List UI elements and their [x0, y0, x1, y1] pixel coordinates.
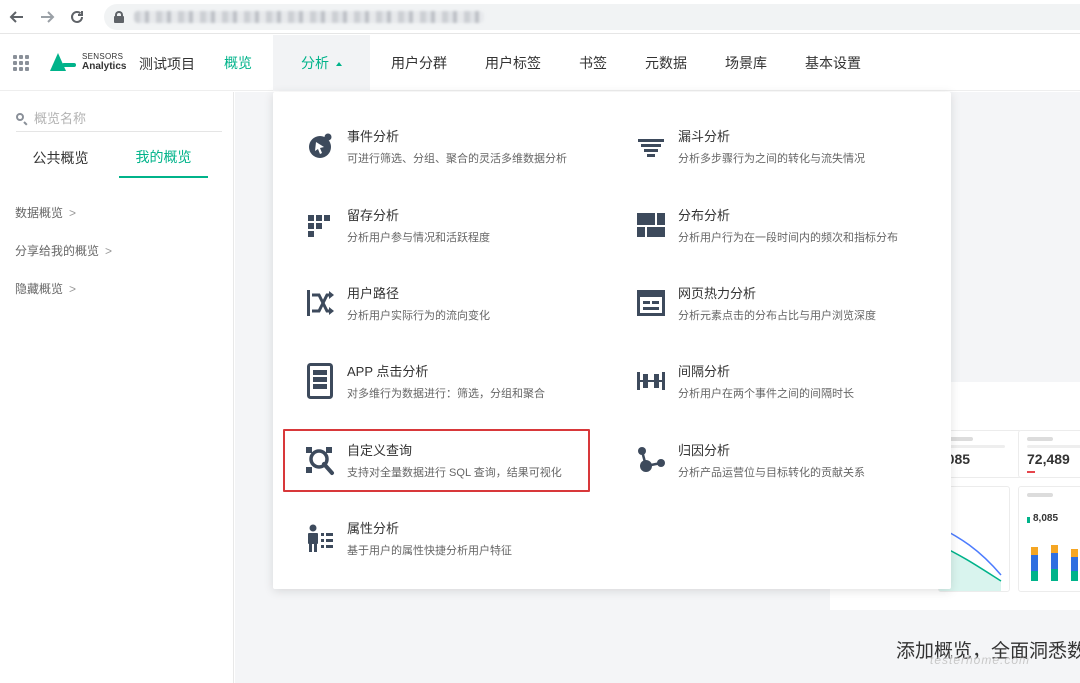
logo-mark-icon: [50, 53, 76, 71]
analysis-dropdown-menu: 事件分析 可进行筛选、分组、聚合的灵活多维数据分析 漏斗分析 分析多步骤行为之间…: [273, 92, 951, 589]
tab-my-overview[interactable]: 我的概览: [119, 138, 208, 178]
menu-item-event-analysis[interactable]: 事件分析 可进行筛选、分组、聚合的灵活多维数据分析: [305, 121, 567, 171]
lock-icon: [114, 11, 124, 23]
bar-chart-card: 8,085: [1018, 486, 1080, 592]
search-icon: [16, 112, 28, 125]
user-path-icon: [305, 285, 335, 321]
caret-up-icon: [336, 61, 342, 66]
menu-item-retention-analysis[interactable]: 留存分析 分析用户参与情况和活跃程度: [305, 200, 490, 250]
menu-item-title: 属性分析: [347, 521, 400, 536]
menu-item-user-path[interactable]: 用户路径 分析用户实际行为的流向变化: [305, 278, 490, 328]
back-arrow-icon[interactable]: [2, 2, 32, 32]
nav-basic-settings[interactable]: 基本设置: [786, 35, 880, 91]
menu-item-distribution-analysis[interactable]: 分布分析 分析用户行为在一段时间内的频次和指标分布: [636, 200, 898, 250]
app-header: SENSORS Analytics 测试项目 概览 分析 用户分群 用户标签 书…: [0, 35, 1080, 91]
menu-item-custom-query[interactable]: 自定义查询 支持对全量数据进行 SQL 查询，结果可视化: [305, 435, 562, 485]
project-selector[interactable]: 测试项目: [139, 54, 195, 74]
nav-scene-library[interactable]: 场景库: [706, 35, 786, 91]
attribution-icon: [636, 442, 666, 478]
menu-item-funnel-analysis[interactable]: 漏斗分析 分析多步骤行为之间的转化与流失情况: [636, 121, 865, 171]
menu-item-title: 留存分析: [347, 208, 400, 223]
menu-item-title: 间隔分析: [678, 364, 731, 379]
menu-item-title: 漏斗分析: [678, 129, 731, 144]
menu-item-title: 归因分析: [678, 443, 731, 458]
overview-search-input[interactable]: [34, 111, 214, 126]
browser-toolbar: [0, 0, 1080, 34]
menu-item-title: 自定义查询: [347, 443, 413, 458]
tab-public-overview[interactable]: 公共概览: [16, 138, 105, 178]
event-analysis-icon: [305, 128, 335, 164]
distribution-icon: [636, 207, 666, 243]
kpi-card: 72,489: [1018, 430, 1080, 478]
menu-item-attribution-analysis[interactable]: 归因分析 分析产品运营位与目标转化的贡献关系: [636, 435, 865, 485]
menu-item-desc: 基于用户的属性快捷分析用户特征: [347, 545, 512, 557]
menu-item-desc: 分析用户实际行为的流向变化: [347, 310, 490, 322]
interval-icon: [636, 363, 666, 399]
overview-sidebar: 公共概览 我的概览 数据概览> 分享给我的概览> 隐藏概览>: [0, 92, 234, 683]
overview-tabs: 公共概览 我的概览: [16, 138, 222, 178]
chevron-right-icon: >: [105, 243, 113, 258]
nav-user-tags[interactable]: 用户标签: [466, 35, 560, 91]
nav-bookmarks[interactable]: 书签: [560, 35, 626, 91]
sidebar-link-shared-overview[interactable]: 分享给我的概览 >: [15, 242, 112, 259]
menu-item-desc: 分析用户在两个事件之间的间隔时长: [678, 388, 854, 400]
menu-item-title: 事件分析: [347, 129, 400, 144]
nav-metadata[interactable]: 元数据: [626, 35, 706, 91]
nav-analysis[interactable]: 分析: [273, 35, 370, 91]
sensors-analytics-logo[interactable]: SENSORS Analytics: [50, 52, 126, 72]
watermark: testerhome.com: [930, 653, 1031, 667]
menu-item-desc: 对多维行为数据进行：筛选，分组和聚合: [347, 388, 545, 400]
reload-icon[interactable]: [62, 2, 92, 32]
menu-item-desc: 分析产品运营位与目标转化的贡献关系: [678, 467, 865, 479]
menu-item-interval-analysis[interactable]: 间隔分析 分析用户在两个事件之间的间隔时长: [636, 356, 854, 406]
sidebar-link-data-overview[interactable]: 数据概览 >: [15, 204, 76, 221]
overview-search: [16, 106, 222, 132]
menu-item-title: 网页热力分析: [678, 286, 757, 301]
app-grid-icon[interactable]: [13, 55, 29, 71]
menu-item-title: 分布分析: [678, 208, 731, 223]
nav-overview[interactable]: 概览: [205, 35, 271, 91]
top-nav: 概览 分析 用户分群 用户标签 书签 元数据 场景库 基本设置: [205, 35, 880, 91]
heatmap-icon: [636, 285, 666, 321]
app-click-icon: [305, 363, 335, 399]
funnel-icon: [636, 128, 666, 164]
forward-arrow-icon[interactable]: [32, 2, 62, 32]
menu-item-desc: 可进行筛选、分组、聚合的灵活多维数据分析: [347, 153, 567, 165]
menu-item-desc: 分析用户参与情况和活跃程度: [347, 232, 490, 244]
menu-item-app-click-analysis[interactable]: APP 点击分析 对多维行为数据进行：筛选，分组和聚合: [305, 356, 545, 406]
blurred-url: [134, 11, 484, 23]
menu-item-title: 用户路径: [347, 286, 400, 301]
menu-item-desc: 分析元素点击的分布占比与用户浏览深度: [678, 310, 876, 322]
menu-item-desc: 分析用户行为在一段时间内的频次和指标分布: [678, 232, 898, 244]
menu-item-desc: 支持对全量数据进行 SQL 查询，结果可视化: [347, 467, 562, 479]
custom-query-icon: [305, 442, 335, 478]
logo-text-line2: Analytics: [82, 61, 127, 72]
nav-user-segments[interactable]: 用户分群: [372, 35, 466, 91]
chevron-right-icon: >: [69, 281, 77, 296]
property-icon: [305, 520, 335, 556]
menu-item-desc: 分析多步骤行为之间的转化与流失情况: [678, 153, 865, 165]
menu-item-property-analysis[interactable]: 属性分析 基于用户的属性快捷分析用户特征: [305, 513, 512, 563]
menu-item-title: APP 点击分析: [347, 364, 429, 379]
address-bar[interactable]: [104, 4, 1080, 30]
menu-item-heatmap-analysis[interactable]: 网页热力分析 分析元素点击的分布占比与用户浏览深度: [636, 278, 876, 328]
retention-icon: [305, 207, 335, 243]
sidebar-link-hidden-overview[interactable]: 隐藏概览 >: [15, 280, 76, 297]
chevron-right-icon: >: [69, 205, 77, 220]
